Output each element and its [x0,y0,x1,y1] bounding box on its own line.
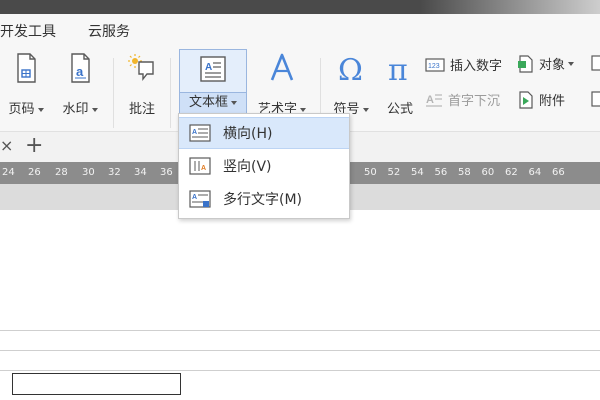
table-line [0,350,600,351]
table-line [0,370,600,371]
insert-number-button[interactable]: 123 插入数字 [425,55,502,74]
formula-label: 公式 [386,102,413,117]
document-canvas[interactable] [0,210,600,400]
dropdown-item-horizontal[interactable]: A 横向(H) [179,117,349,149]
vertical-textbox-icon: A [189,157,211,175]
pi-icon: π [388,53,408,88]
ruler-tick-label: 36 [160,167,173,178]
textbox-dropdown-menu: A 横向(H) A 竖向(V) A 多行文字(M) [178,113,350,219]
object-icon [518,54,533,73]
drop-cap-label: 首字下沉 [448,94,501,109]
chevron-down-icon [231,100,237,105]
ruler-tick-label: 28 [55,167,68,178]
watermark-label: 水印 [62,102,89,117]
attachment-icon [519,90,533,109]
watermark-button[interactable]: a 水印 [55,52,105,118]
insert-number-label: 插入数字 [450,59,503,74]
drop-cap-icon: A [426,94,442,107]
svg-text:A: A [192,129,197,136]
object-label: 对象 [539,58,566,73]
svg-text:A: A [192,194,197,201]
ruler-tick-label: 24 [2,167,15,178]
table-cell-selected[interactable] [12,373,181,395]
menubar: 开发工具 云服务 [0,14,600,46]
attachment-button[interactable]: 附件 [517,90,565,109]
textbox-label: 文本框 [188,95,228,110]
dropdown-item-vertical[interactable]: A 竖向(V) [179,150,349,182]
attachment-label: 附件 [539,94,566,109]
omega-icon: Ω [338,53,363,88]
ruler-tick-label: 26 [28,167,41,178]
svg-text:Ω: Ω [338,53,363,84]
ruler-tick-label: 64 [528,167,542,178]
svg-text:A: A [201,165,206,172]
svg-text:A: A [205,62,212,73]
drop-cap-button[interactable]: A 首字下沉 [425,90,500,109]
svg-text:A: A [426,94,434,106]
ruler-tick-label: 54 [411,167,424,178]
ruler-tick-label: 66 [552,167,565,178]
table-line [0,330,600,331]
ruler-tick-label: 52 [387,167,401,178]
wordart-icon [270,53,294,81]
chevron-down-icon [568,61,575,66]
page-number-label: 页码 [8,102,35,117]
svg-text:123: 123 [428,63,440,70]
ruler-tick-label: 62 [505,167,518,178]
object-button[interactable]: 对象 [517,54,575,73]
ruler-tick-label: 32 [108,167,121,178]
ruler-tick-label: 56 [434,167,448,178]
page-number-button[interactable]: 页码 [2,52,50,118]
comment-button[interactable]: 批注 [120,52,164,118]
ribbon-separator [170,58,171,128]
textbox-icon: A [200,56,226,82]
chevron-down-icon [91,107,98,112]
chevron-down-icon [362,107,369,112]
formula-button[interactable]: π 公式 [380,52,420,118]
titlebar-fade [420,0,600,14]
multiline-textbox-icon: A [189,190,211,208]
wordart-button[interactable]: 艺术字 [250,52,314,118]
chevron-down-icon [300,107,306,112]
page-number-icon [17,53,36,83]
svg-text:a: a [76,64,84,79]
ruler-tick-label: 58 [458,167,471,178]
ruler-tick-label: 30 [82,167,95,178]
textbox-button[interactable]: A 文本框 [179,49,247,114]
number-123-icon: 123 [425,57,445,72]
ribbon-separator [113,58,114,128]
overflow-icon[interactable] [590,90,600,108]
symbol-button[interactable]: Ω 符号 [327,52,375,118]
ruler-tick-label: 50 [364,167,377,178]
add-tab-icon[interactable]: + [25,133,43,158]
watermark-icon: a [71,53,90,83]
menu-developer-tools[interactable]: 开发工具 [0,21,56,41]
ruler-tick-label: 34 [134,167,147,178]
close-tab-icon[interactable]: × [0,136,13,155]
ruler-tick-label: 60 [481,167,495,178]
comment-label: 批注 [128,102,155,117]
dropdown-item-multiline[interactable]: A 多行文字(M) [179,183,349,215]
dropdown-item-label: 多行文字(M) [223,192,303,208]
comment-icon [128,54,154,81]
horizontal-textbox-icon: A [189,124,211,142]
chevron-down-icon [37,107,44,112]
menu-cloud-services[interactable]: 云服务 [88,21,130,41]
dropdown-item-label: 竖向(V) [223,159,272,175]
svg-text:π: π [388,53,408,84]
dropdown-item-label: 横向(H) [223,126,273,142]
overflow-icon[interactable] [590,54,600,72]
